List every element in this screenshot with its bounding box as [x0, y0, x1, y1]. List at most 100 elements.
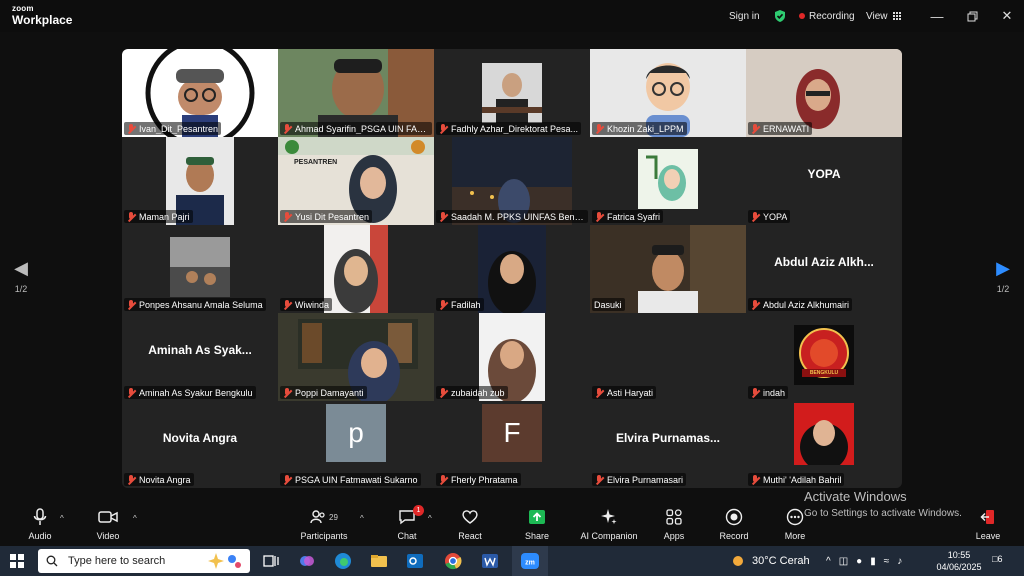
participant-tile[interactable]: Abdul Aziz Alkh... Abdul Aziz Alkhumairi	[746, 225, 902, 313]
recording-label: Recording	[809, 10, 855, 22]
chat-unread-badge: 1	[413, 505, 424, 516]
fatrica-avatar	[638, 149, 698, 209]
mic-muted-icon	[282, 211, 292, 222]
mic-muted-icon	[594, 123, 604, 134]
taskbar-clock[interactable]: 10:55 04/06/2025	[934, 549, 984, 573]
participant-tile[interactable]: Maman Pajri	[122, 137, 278, 225]
record-button[interactable]: Record	[704, 506, 764, 541]
video-button[interactable]: Video	[78, 506, 138, 541]
restore-button[interactable]	[955, 0, 989, 32]
video-camera-icon	[98, 511, 118, 523]
ai-companion-button[interactable]: AI Companion	[578, 506, 640, 541]
apps-button[interactable]: Apps	[644, 506, 704, 541]
participant-tile[interactable]: Novita Angra Novita Angra	[122, 401, 278, 488]
mic-muted-icon	[750, 211, 760, 222]
mic-muted-icon	[282, 123, 292, 134]
participant-namebar: PSGA UIN Fatmawati Sukarno	[280, 473, 421, 486]
participant-namebar: Fherly Phratama	[436, 473, 521, 486]
chat-options-caret[interactable]: ^	[428, 514, 432, 523]
word-icon[interactable]	[481, 552, 499, 570]
share-screen-icon	[529, 510, 545, 524]
zoom-taskbar-active[interactable]: zm	[512, 546, 548, 576]
participant-tile[interactable]: Elvira Purnamas... Elvira Purnamasari	[590, 401, 746, 488]
participant-tile[interactable]: Ivan_Dit_Pesantren	[122, 49, 278, 137]
participant-tile[interactable]: Fatrica Syafri	[590, 137, 746, 225]
minimize-button[interactable]: —	[920, 0, 954, 32]
clock-time: 10:55	[947, 550, 971, 560]
task-view-icon[interactable]	[262, 552, 280, 570]
ponpes-video-feed	[170, 237, 230, 297]
mic-muted-icon	[750, 474, 760, 485]
audio-button[interactable]: Audio	[10, 506, 70, 541]
outlook-icon[interactable]	[406, 552, 424, 570]
audio-options-caret[interactable]: ^	[60, 514, 64, 523]
tray-mic-icon[interactable]: ●	[856, 556, 862, 567]
chrome-icon[interactable]	[444, 552, 462, 570]
security-shield-icon[interactable]	[773, 9, 787, 23]
participant-tile[interactable]: ERNAWATI	[746, 49, 902, 137]
participant-tile[interactable]: F Fherly Phratama	[434, 401, 590, 488]
participant-namebar: Ponpes Ahsanu Amala Seluma	[124, 298, 266, 311]
participant-tile[interactable]: Fadilah	[434, 225, 590, 313]
participant-tile[interactable]: Fadhly Azhar_Direktorat Pesa...	[434, 49, 590, 137]
video-options-caret[interactable]: ^	[133, 514, 137, 523]
tray-overflow-chevron-icon[interactable]: ^	[826, 556, 831, 567]
participant-tile[interactable]: p PSGA UIN Fatmawati Sukarno	[278, 401, 434, 488]
participants-count: 29	[329, 512, 338, 522]
microphone-icon	[33, 508, 47, 525]
close-button[interactable]: ✕	[990, 0, 1024, 32]
volume-icon[interactable]: ♪	[897, 556, 902, 567]
mic-muted-icon	[282, 474, 292, 485]
participant-tile[interactable]: BENGKULU indah	[746, 313, 902, 401]
participant-tile[interactable]: PESANTREN Yusi Dit Pesantren	[278, 137, 434, 225]
wifi-icon[interactable]: ≈	[884, 556, 890, 567]
mic-muted-icon	[594, 474, 604, 485]
chevron-left-icon: ◀	[14, 258, 28, 278]
mic-muted-icon	[438, 299, 448, 310]
next-page-button[interactable]: ▶ 1/2	[993, 258, 1013, 294]
letter-avatar: F	[482, 404, 542, 462]
view-button[interactable]: View	[866, 0, 901, 32]
participant-tile[interactable]: YOPA YOPA	[746, 137, 902, 225]
participant-tile[interactable]: Saadah M. PPKS UINFAS Beng...	[434, 137, 590, 225]
participant-tile[interactable]: Dasuki	[590, 225, 746, 313]
weather-widget[interactable]: 30°C Cerah	[730, 546, 810, 576]
notification-center-button[interactable]: □6	[992, 554, 1002, 564]
tile-banner-text: PESANTREN	[294, 159, 338, 166]
react-button[interactable]: React	[440, 506, 500, 541]
recording-indicator[interactable]: Recording	[799, 0, 855, 32]
letter-avatar: p	[326, 404, 386, 462]
mic-muted-icon	[126, 123, 136, 134]
participant-namebar: Ivan_Dit_Pesantren	[124, 122, 222, 135]
battery-icon[interactable]: ▮	[870, 556, 876, 567]
participant-namebar: Muthi' 'Adilah Bahril	[748, 473, 845, 486]
copilot-icon[interactable]	[298, 552, 316, 570]
windows-taskbar: Type here to search zm 30°C Cerah ^ ◫ ● …	[0, 546, 1024, 576]
edge-browser-icon[interactable]	[334, 552, 352, 570]
tray-app-icon[interactable]: ◫	[839, 556, 848, 567]
search-icon	[46, 555, 58, 567]
participant-tile-active-speaker[interactable]: Ahmad Syarifin_PSGA UIN FAS Be...	[278, 49, 434, 137]
taskbar-search-box[interactable]: Type here to search	[38, 549, 250, 573]
share-screen-button[interactable]: Share	[507, 506, 567, 541]
chat-button[interactable]: 1 Chat	[377, 505, 437, 541]
sign-in-button[interactable]: Sign in	[729, 0, 760, 32]
participant-tile[interactable]: Asti Haryati	[590, 313, 746, 401]
participant-tile[interactable]: Ponpes Ahsanu Amala Seluma	[122, 225, 278, 313]
participant-tile[interactable]: Khozin Zaki_LPPM	[590, 49, 746, 137]
participant-tile[interactable]: Poppi Damayanti	[278, 313, 434, 401]
prev-page-button[interactable]: ◀ 1/2	[11, 258, 31, 294]
windows-start-icon[interactable]	[10, 554, 24, 568]
leave-button[interactable]: Leave	[958, 506, 1018, 541]
participants-button[interactable]: 29 Participants	[294, 506, 354, 541]
participant-namebar: Wiwinda	[280, 298, 333, 311]
participant-tile[interactable]: zubaidah zub	[434, 313, 590, 401]
participant-tile[interactable]: Wiwinda	[278, 225, 434, 313]
recording-dot-icon	[799, 13, 805, 19]
file-explorer-icon[interactable]	[370, 552, 388, 570]
participants-options-caret[interactable]: ^	[360, 514, 364, 523]
wiwinda-video-feed	[324, 225, 388, 313]
participant-tile[interactable]: Aminah As Syak... Aminah As Syakur Bengk…	[122, 313, 278, 401]
participant-tile[interactable]: Muthi' 'Adilah Bahril	[746, 401, 902, 488]
participant-namebar: Abdul Aziz Alkhumairi	[748, 298, 853, 311]
